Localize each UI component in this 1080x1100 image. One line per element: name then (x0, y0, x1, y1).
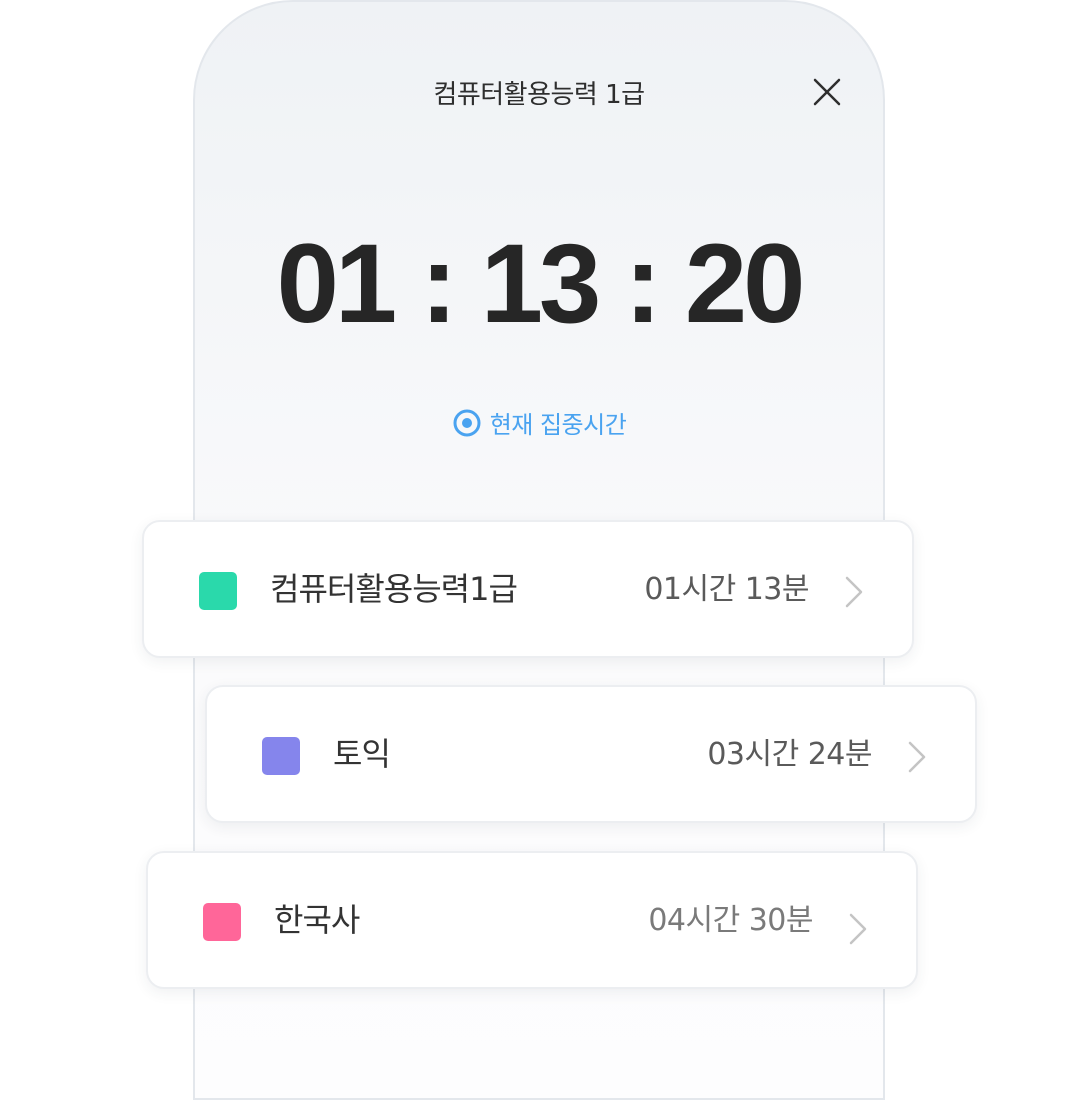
chevron-right-icon (908, 741, 926, 773)
subject-card-computer[interactable]: 컴퓨터활용능력1급 01시간 13분 (142, 520, 914, 658)
subject-card-toeic[interactable]: 토익 03시간 24분 (205, 685, 977, 823)
chevron-right-icon (849, 913, 867, 945)
subject-color-swatch (199, 572, 237, 610)
close-button[interactable] (807, 72, 847, 112)
elapsed-timer: 01 : 13 : 20 (276, 221, 806, 346)
subject-card-korean-history[interactable]: 한국사 04시간 30분 (146, 851, 918, 989)
current-focus-indicator: 현재 집중시간 (195, 405, 883, 440)
close-icon (813, 78, 841, 106)
current-focus-label: 현재 집중시간 (489, 411, 627, 439)
subject-time: 03시간 24분 (707, 737, 872, 772)
target-dot-icon (453, 409, 481, 436)
subject-name: 한국사 (274, 901, 360, 939)
chevron-right-icon (845, 576, 863, 608)
subject-color-swatch (262, 737, 300, 775)
subject-time: 01시간 13분 (644, 572, 809, 607)
subject-time: 04시간 30분 (648, 903, 813, 938)
subject-name: 컴퓨터활용능력1급 (270, 570, 518, 608)
timer-title: 컴퓨터활용능력 1급 (433, 80, 645, 110)
subject-name: 토익 (333, 735, 391, 773)
subject-color-swatch (203, 903, 241, 941)
